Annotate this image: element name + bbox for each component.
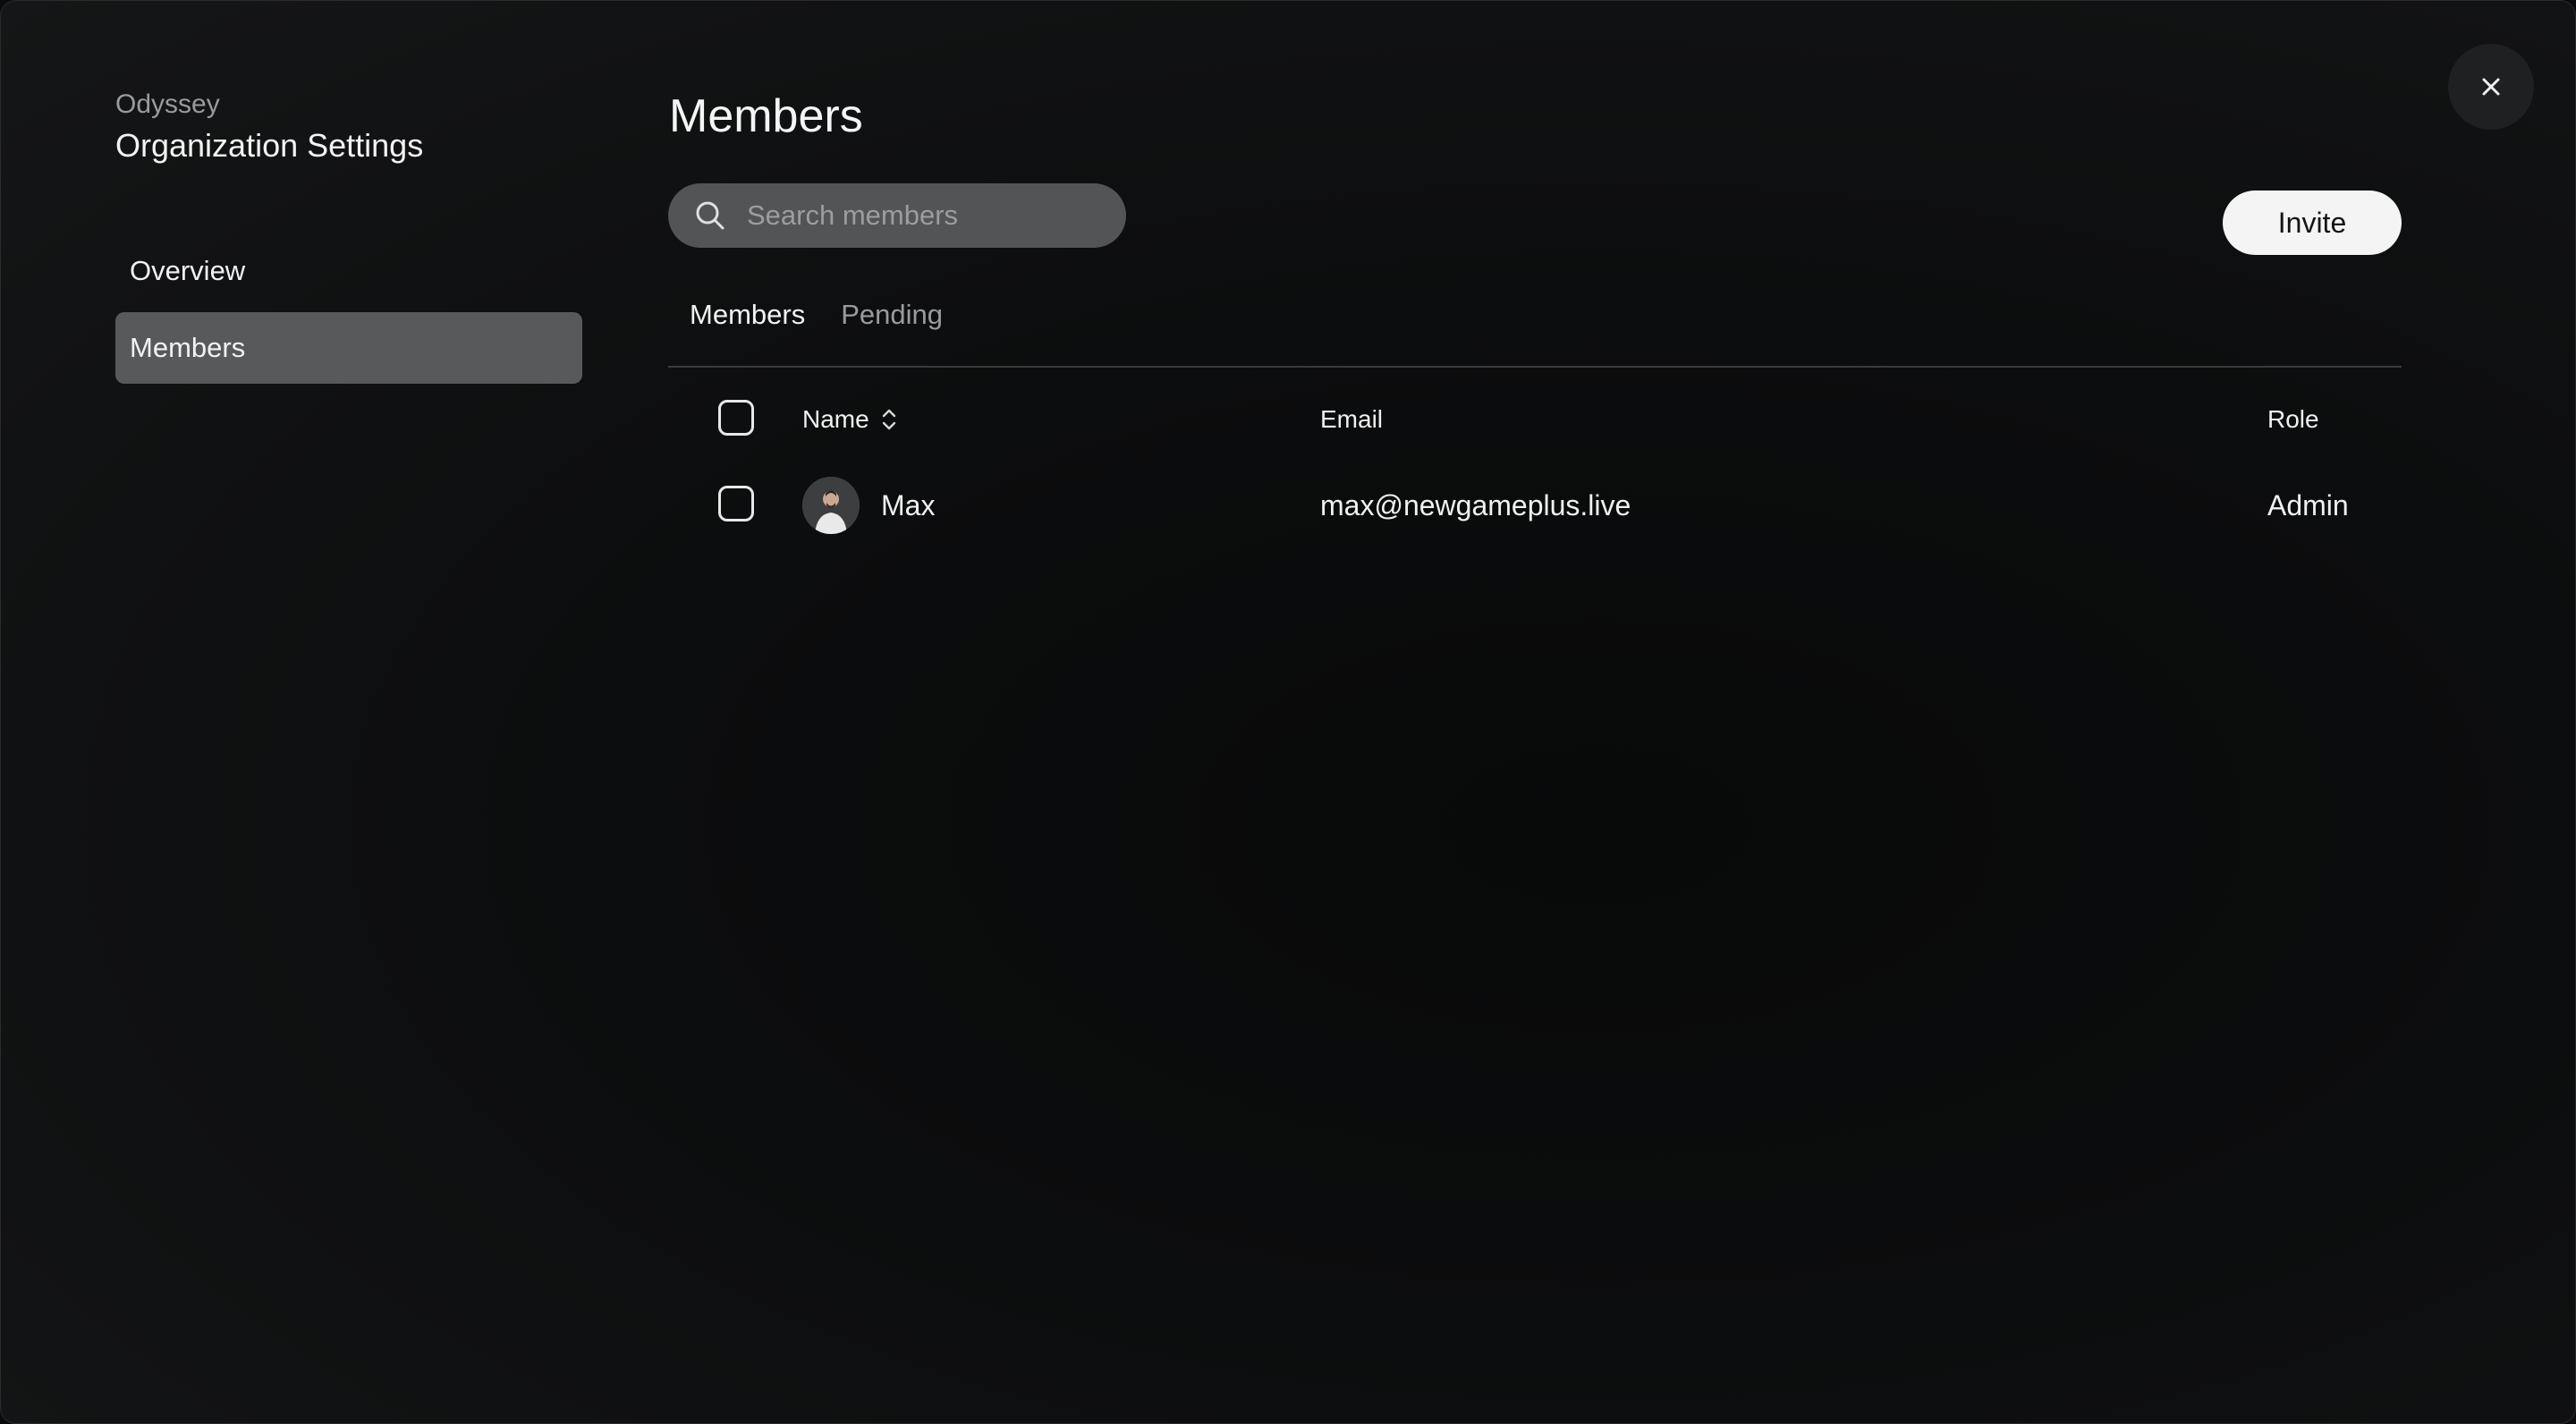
avatar	[802, 477, 860, 534]
row-checkbox[interactable]	[718, 486, 754, 521]
settings-window: Odyssey Organization Settings Overview M…	[0, 0, 2576, 1424]
tab-pending[interactable]: Pending	[841, 294, 943, 335]
tab-members[interactable]: Members	[690, 294, 805, 335]
sidebar-item-overview[interactable]: Overview	[115, 235, 582, 307]
member-name: Max	[881, 488, 936, 521]
org-name: Odyssey	[115, 89, 220, 119]
member-tabs: Members Pending	[690, 294, 943, 335]
column-header-role: Role	[2267, 405, 2319, 433]
table-row[interactable]: Max max@newgameplus.live Admin	[668, 470, 2402, 541]
close-icon	[2482, 78, 2500, 96]
column-header-name[interactable]: Name	[802, 384, 898, 455]
table-header: Name Email Role	[668, 384, 2402, 455]
invite-button[interactable]: Invite	[2223, 191, 2402, 255]
sidebar-item-label: Members	[130, 332, 246, 363]
search-input[interactable]	[745, 199, 1124, 233]
sort-icon[interactable]	[880, 406, 898, 433]
sidebar: Odyssey Organization Settings Overview M…	[115, 87, 582, 384]
sidebar-nav: Overview Members	[115, 235, 582, 389]
member-role[interactable]: Admin	[2267, 470, 2349, 541]
sidebar-item-label: Overview	[130, 255, 246, 286]
sidebar-title: Organization Settings	[115, 127, 424, 164]
column-header-email: Email	[1320, 405, 1384, 433]
search-icon	[696, 201, 724, 230]
select-all-checkbox[interactable]	[718, 400, 754, 436]
page-title: Members	[669, 90, 863, 142]
search-box[interactable]	[668, 183, 1126, 248]
close-button[interactable]	[2448, 44, 2534, 130]
column-header-name-label: Name	[802, 405, 869, 433]
tabs-divider	[668, 366, 2402, 368]
member-name-cell: Max	[802, 470, 935, 541]
sidebar-item-members[interactable]: Members	[115, 312, 582, 384]
member-email: max@newgameplus.live	[1320, 488, 1631, 521]
